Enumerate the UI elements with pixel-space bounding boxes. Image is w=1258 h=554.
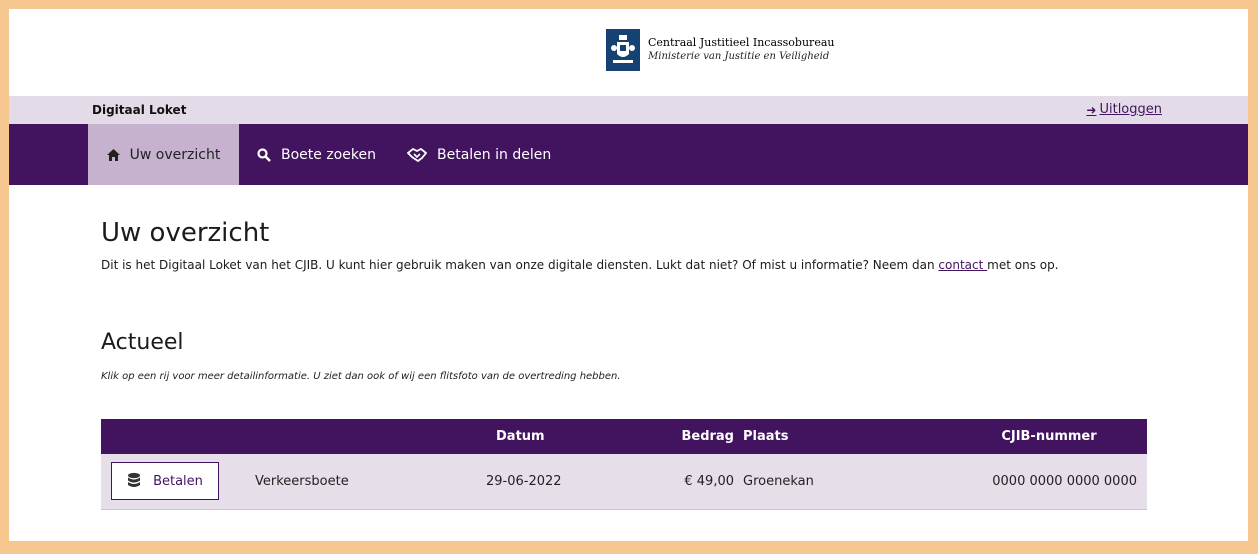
intro-text-end: met ons op.: [987, 258, 1059, 272]
fines-table: Datum Bedrag Plaats CJIB-nummer Betalen …: [101, 419, 1147, 510]
table-row[interactable]: Betalen Verkeersboete 29-06-2022 € 49,00…: [101, 454, 1147, 510]
intro-text-start: Dit is het Digitaal Loket van het CJIB. …: [101, 258, 939, 272]
logout-link[interactable]: ➜ Uitloggen: [1086, 102, 1162, 117]
contact-link[interactable]: contact: [938, 258, 987, 272]
cell-datum: 29-06-2022: [486, 474, 562, 489]
table-header: Datum Bedrag Plaats CJIB-nummer: [101, 419, 1147, 454]
pay-button-label: Betalen: [153, 473, 203, 489]
column-header-bedrag: Bedrag: [681, 429, 734, 444]
app-title: Digitaal Loket: [92, 103, 187, 117]
column-header-cjib-nummer: CJIB-nummer: [1001, 429, 1097, 444]
logout-icon: ➜: [1086, 102, 1097, 117]
search-icon: [257, 147, 271, 162]
subbar: Digitaal Loket ➜ Uitloggen: [9, 96, 1248, 124]
section-title: Actueel: [101, 330, 184, 355]
org-subtitle: Ministerie van Justitie en Veiligheid: [648, 51, 830, 62]
coat-of-arms-icon: [606, 29, 640, 71]
handshake-icon: [407, 147, 427, 162]
main-content: Uw overzicht Dit is het Digitaal Loket v…: [101, 218, 1161, 382]
cell-cjib-nummer: 0000 0000 0000 0000: [992, 474, 1137, 489]
cjib-logo[interactable]: Centraal Justitieel Incassobureau Minist…: [606, 29, 834, 71]
cell-type: Verkeersboete: [255, 474, 349, 489]
coins-icon: [127, 472, 141, 490]
cell-bedrag: € 49,00: [684, 474, 734, 489]
home-icon: [106, 148, 120, 161]
nav-tab-uw-overzicht[interactable]: Uw overzicht: [88, 124, 239, 185]
logout-label: Uitloggen: [1099, 102, 1162, 117]
nav-tab-boete-zoeken[interactable]: Boete zoeken: [257, 124, 376, 185]
org-name: Centraal Justitieel Incassobureau: [648, 36, 835, 49]
nav-tab-betalen-in-delen[interactable]: Betalen in delen: [407, 124, 551, 185]
main-nav: Uw overzicht Boete zoeken Betalen in del…: [9, 124, 1248, 185]
nav-label: Betalen in delen: [437, 146, 552, 163]
site-header: Centraal Justitieel Incassobureau Minist…: [9, 9, 1248, 96]
intro-text: Dit is het Digitaal Loket van het CJIB. …: [101, 258, 1161, 272]
page-frame: Centraal Justitieel Incassobureau Minist…: [9, 9, 1248, 541]
column-header-datum: Datum: [496, 429, 545, 444]
page-title: Uw overzicht: [101, 218, 270, 248]
nav-label: Uw overzicht: [129, 146, 221, 163]
cell-plaats: Groenekan: [743, 474, 814, 489]
nav-label: Boete zoeken: [281, 146, 376, 163]
pay-button[interactable]: Betalen: [111, 462, 219, 500]
section-hint: Klik op een rij voor meer detailinformat…: [101, 371, 621, 382]
column-header-plaats: Plaats: [743, 429, 789, 444]
